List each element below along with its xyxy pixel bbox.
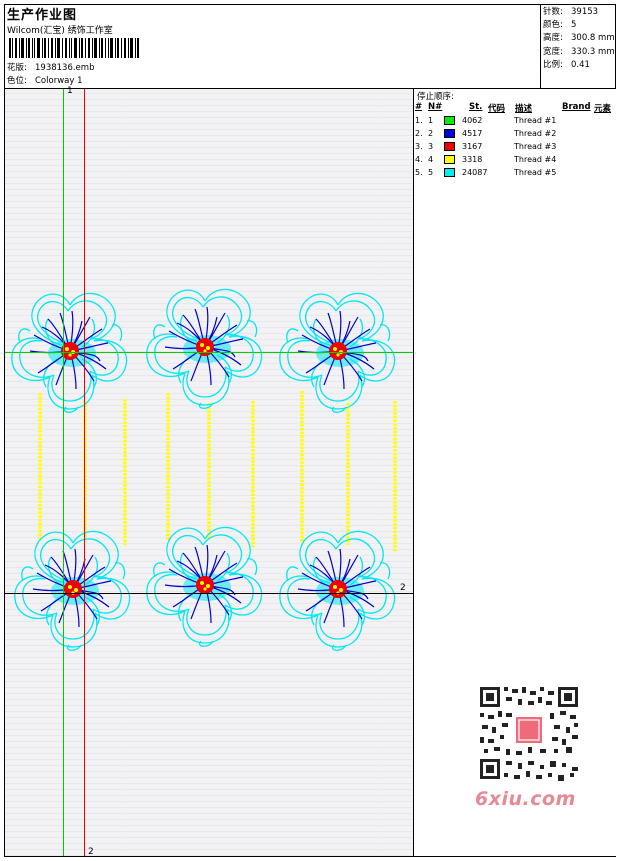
thread-color-swatch — [444, 155, 455, 164]
height-value: 300.8 mm — [571, 33, 615, 44]
thread-n: 2 — [428, 129, 434, 138]
thread-num: 5. — [415, 168, 423, 177]
width-value: 330.3 mm — [571, 46, 615, 57]
thread-desc: Thread #5 — [514, 168, 557, 177]
thread-color-swatch — [444, 116, 455, 125]
thread-num: 4. — [415, 155, 423, 164]
thread-num: 2. — [415, 129, 423, 138]
thread-n: 3 — [428, 142, 434, 151]
colorway-label: 色位: — [7, 76, 27, 86]
barcode — [9, 38, 139, 58]
thread-row: 2. 2 4517 Thread #2 — [414, 129, 616, 142]
design-canvas — [5, 89, 413, 856]
thread-n: 5 — [428, 168, 434, 177]
guide-label-2-bottom: 2 — [88, 847, 94, 857]
studio-name: Wilcom(汇宝) 绣饰工作室 — [7, 26, 113, 36]
stats-divider — [540, 4, 541, 88]
thread-code: 3318 — [462, 155, 483, 164]
col-needle: N# — [428, 102, 443, 112]
guide-label-2-right: 2 — [400, 583, 406, 593]
thread-column-headers: # N# St. 代码 描述 Brand 元素 — [414, 102, 616, 114]
colorway-value: Colorway 1 — [35, 76, 83, 86]
stop-sequence-heading: 停止顺序: — [417, 92, 454, 102]
width-label: 宽度: — [543, 46, 563, 57]
col-num: # — [415, 102, 423, 112]
thread-desc: Thread #1 — [514, 116, 557, 125]
design-file-value: 1938136.emb — [35, 63, 95, 73]
stitches-label: 针数: — [543, 7, 563, 17]
thread-row: 5. 5 24087 Thread #5 — [414, 168, 616, 181]
col-stitch: St. — [469, 102, 483, 112]
thread-code: 24087 — [462, 168, 488, 177]
thread-desc: Thread #2 — [514, 129, 557, 138]
thread-num: 1. — [415, 116, 423, 125]
col-element: 元素 — [594, 104, 612, 114]
thread-row: 3. 3 3167 Thread #3 — [414, 142, 616, 155]
design-stats: 针数: 39153 颜色: 5 高度: 300.8 mm 宽度: 330.3 mm 比例… — [543, 6, 615, 72]
page-title: 生产作业图 — [7, 8, 78, 23]
thread-color-swatch — [444, 142, 455, 151]
thread-n: 1 — [428, 116, 434, 125]
scale-label: 比例: — [543, 59, 563, 70]
col-desc: 描述 — [515, 104, 533, 114]
height-label: 高度: — [543, 33, 563, 44]
thread-code: 4517 — [462, 129, 483, 138]
scale-value: 0.41 — [571, 59, 590, 70]
col-brand: Brand — [562, 102, 591, 112]
col-code: 代码 — [488, 104, 506, 114]
thread-num: 3. — [415, 142, 423, 151]
thread-desc: Thread #3 — [514, 142, 557, 151]
thread-n: 4 — [428, 155, 434, 164]
thread-color-swatch — [444, 129, 455, 138]
guide-label-1: 1 — [67, 86, 73, 96]
thread-row: 1. 1 4062 Thread #1 — [414, 116, 616, 129]
watermark-text: 6xiu.com — [475, 788, 576, 810]
colors-value: 5 — [571, 20, 577, 31]
thread-color-swatch — [444, 168, 455, 177]
thread-code: 4062 — [462, 116, 483, 125]
thread-code: 3167 — [462, 142, 483, 151]
thread-desc: Thread #4 — [514, 155, 557, 164]
stitches-value: 39153 — [571, 7, 599, 17]
design-file-label: 花版: — [7, 63, 27, 73]
design-file-row: 花版: 1938136.emb — [7, 61, 94, 73]
thread-row: 4. 4 3318 Thread #4 — [414, 155, 616, 168]
embroidery-preview — [5, 89, 413, 856]
colorway-row: 色位: Colorway 1 — [7, 74, 83, 86]
colors-label: 颜色: — [543, 20, 563, 31]
